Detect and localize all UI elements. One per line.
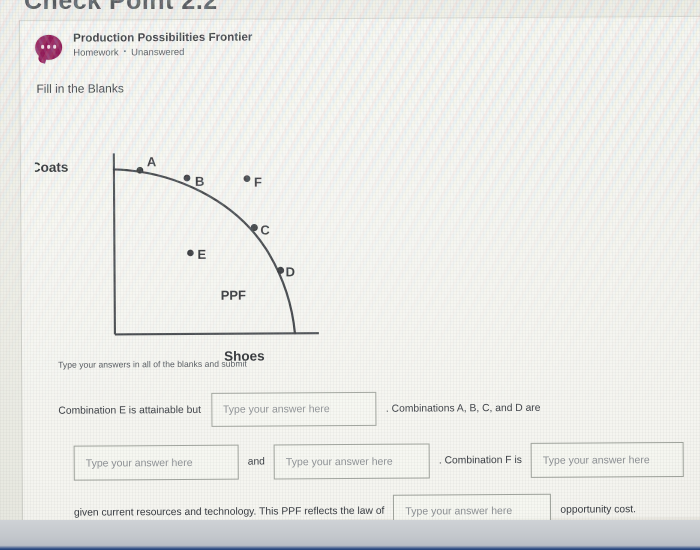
bubble-dots-icon	[35, 44, 62, 49]
question-header: Production Possibilities Frontier Homewo…	[35, 32, 252, 60]
answer-input-3[interactable]	[273, 443, 430, 480]
speech-bubble-icon	[35, 34, 63, 60]
data-point-e	[187, 249, 194, 257]
form-instruction: Type your answers in all of the blanks a…	[58, 358, 247, 370]
monitor-bezel	[0, 520, 700, 550]
answer-input-1[interactable]	[210, 391, 377, 427]
ppf-chart: Coats Shoes PPF A B F C E D	[35, 124, 367, 376]
question-type-label: Fill in the Blanks	[36, 81, 124, 96]
row2-conjunction: and	[247, 456, 265, 468]
data-point-b	[183, 174, 191, 182]
answer-input-2[interactable]	[73, 444, 239, 481]
y-axis	[112, 153, 116, 335]
ppf-chart-svg: Coats Shoes PPF A B F C E D	[35, 153, 319, 364]
row2-mid-text: . Combination F is	[438, 454, 522, 467]
answer-row-2: and . Combination F is	[73, 441, 684, 481]
data-point-f	[243, 175, 251, 183]
question-title: Production Possibilities Frontier	[73, 31, 253, 45]
data-point-d	[276, 266, 285, 275]
screen-surface: Check Point 2.2 Production Possibilities…	[0, 0, 700, 550]
question-card: Production Possibilities Frontier Homewo…	[19, 15, 700, 528]
x-axis	[114, 332, 319, 336]
ppf-curve-label: PPF	[221, 288, 246, 303]
status-badge: Unanswered	[131, 46, 185, 59]
data-point-e-label: E	[197, 247, 206, 262]
page-heading-cropped: Check Point 2.2	[24, 0, 218, 15]
row3-lead-text: given current resources and technology. …	[73, 505, 385, 519]
data-point-a	[136, 166, 144, 174]
y-axis-label: Coats	[35, 160, 69, 175]
meta-separator-icon: ▪	[123, 48, 127, 56]
data-point-a-label: A	[147, 154, 157, 169]
data-point-c-label: C	[260, 222, 270, 237]
row1-lead-text: Combination E is attainable but	[58, 404, 201, 417]
data-point-d-label: D	[285, 264, 294, 279]
answer-row-1: Combination E is attainable but . Combin…	[58, 391, 540, 428]
answer-input-4[interactable]	[530, 441, 684, 478]
data-point-c	[250, 223, 258, 232]
data-point-f-label: F	[254, 175, 262, 190]
question-meta: Homework ▪ Unanswered	[73, 47, 252, 59]
row1-trail-text: . Combinations A, B, C, and D are	[385, 402, 541, 415]
question-category: Homework	[73, 47, 119, 59]
data-point-b-label: B	[195, 174, 204, 189]
row3-trail-text: opportunity cost.	[560, 504, 637, 516]
